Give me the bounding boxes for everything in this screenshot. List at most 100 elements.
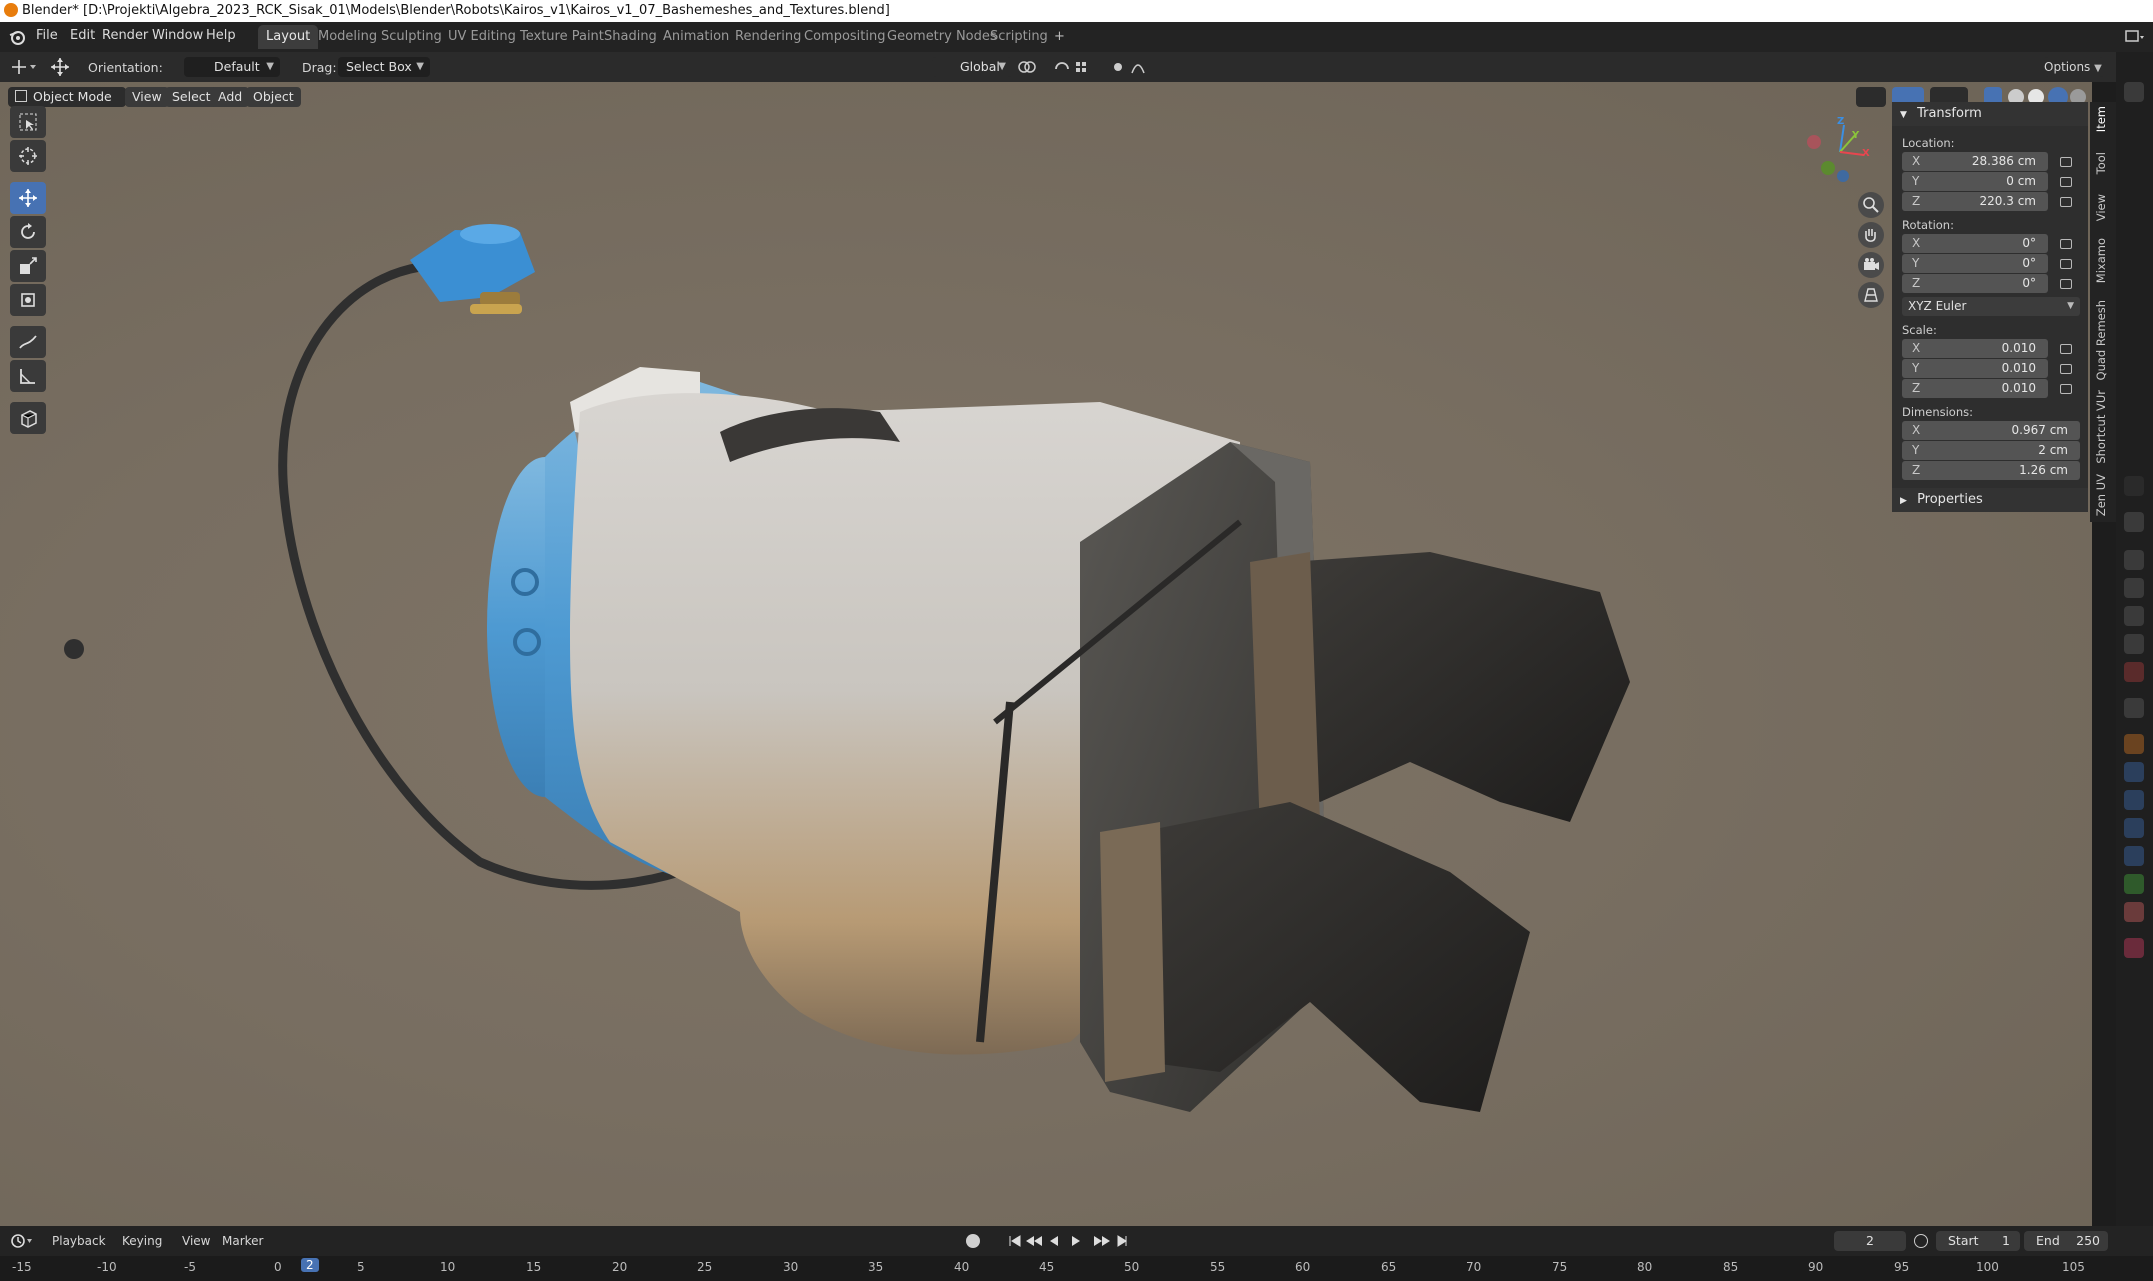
sidebar-tab-quad-remesh[interactable]: Quad Remesh — [2094, 300, 2108, 380]
snap-icon[interactable] — [1054, 59, 1098, 75]
dimensions-y-field[interactable]: Y 2 cm — [1902, 441, 2080, 460]
rotate-tool[interactable] — [10, 216, 46, 248]
record-icon[interactable] — [966, 1234, 980, 1248]
output-properties-icon[interactable] — [2124, 578, 2144, 598]
scene-properties-icon[interactable] — [2124, 634, 2144, 654]
lock-icon[interactable] — [2060, 197, 2072, 207]
editor-type-icon[interactable] — [10, 58, 38, 76]
sidebar-tab-shortcut-vur[interactable]: Shortcut VUr — [2094, 390, 2108, 464]
options-dropdown[interactable]: Options ▼ — [2044, 57, 2104, 77]
view-layer-properties-icon[interactable] — [2124, 606, 2144, 626]
clock-icon[interactable] — [1914, 1234, 1928, 1248]
timeline-menu-keying[interactable]: Keying — [122, 1234, 162, 1248]
dimensions-z-field[interactable]: Z 1.26 cm — [1902, 461, 2080, 480]
menu-file[interactable]: File — [36, 28, 58, 43]
timeline-menu-view[interactable]: View — [182, 1234, 210, 1248]
timeline-editor-type-icon[interactable] — [10, 1232, 34, 1250]
world-properties-icon[interactable] — [2124, 662, 2144, 682]
current-frame-marker[interactable]: 2 — [301, 1258, 319, 1272]
scale-x-field[interactable]: X 0.010 — [1902, 339, 2048, 358]
sidebar-tab-item[interactable]: Item — [2094, 106, 2108, 132]
tool-properties-icon[interactable] — [2124, 512, 2144, 532]
lock-icon[interactable] — [2060, 157, 2072, 167]
pan-hand-icon[interactable] — [1858, 222, 1884, 248]
scale-y-field[interactable]: Y 0.010 — [1902, 359, 2048, 378]
proportional-editing-icon[interactable] — [1110, 59, 1154, 75]
menu-window[interactable]: Window — [152, 28, 203, 43]
transform-orientation-dropdown[interactable]: Global ▼ — [932, 57, 1012, 77]
constraint-properties-icon[interactable] — [2124, 846, 2144, 866]
visibility-toggle-icon[interactable] — [1856, 87, 1886, 107]
properties-panel-header[interactable]: ▶ Properties — [1892, 488, 2088, 512]
rotation-y-field[interactable]: Y 0° — [1902, 254, 2048, 273]
tab-sculpting[interactable]: Sculpting — [373, 25, 450, 49]
viewport-menu-object[interactable]: Object — [246, 87, 301, 107]
transform-panel-header[interactable]: ▼ Transform — [1892, 102, 2088, 126]
scale-tool[interactable] — [10, 250, 46, 282]
add-workspace-button[interactable]: + — [1046, 25, 1073, 49]
physics-properties-icon[interactable] — [2124, 818, 2144, 838]
select-box-tool[interactable] — [10, 106, 46, 138]
viewport-menu-select[interactable]: Select — [165, 87, 218, 107]
scene-selector-icon[interactable] — [2124, 28, 2146, 46]
collection-properties-icon[interactable] — [2124, 698, 2144, 718]
rotation-mode-dropdown[interactable]: XYZ Euler ▼ — [1902, 297, 2080, 316]
object-properties-icon[interactable] — [2124, 734, 2144, 754]
location-z-field[interactable]: Z 220.3 cm — [1902, 192, 2048, 211]
dimensions-x-field[interactable]: X 0.967 cm — [1902, 421, 2080, 440]
lock-icon[interactable] — [2060, 279, 2072, 289]
menu-edit[interactable]: Edit — [70, 28, 95, 43]
measure-tool[interactable] — [10, 360, 46, 392]
gripper-model-render[interactable] — [0, 82, 2092, 1226]
blender-menu-icon[interactable] — [8, 28, 26, 46]
lock-icon[interactable] — [2060, 364, 2072, 374]
add-cube-tool[interactable] — [10, 402, 46, 434]
texture-properties-icon[interactable] — [2124, 938, 2144, 958]
lock-icon[interactable] — [2060, 239, 2072, 249]
rotation-z-field[interactable]: Z 0° — [1902, 274, 2048, 293]
object-mode-dropdown[interactable]: Object Mode ▼ — [8, 87, 126, 124]
timeline-menu-playback[interactable]: Playback — [52, 1234, 106, 1248]
frame-end-field[interactable]: End 250 — [2024, 1231, 2108, 1251]
zoom-icon[interactable] — [1858, 192, 1884, 218]
cursor-tool[interactable] — [10, 140, 46, 172]
sidebar-tab-view[interactable]: View — [2094, 194, 2108, 221]
camera-view-icon[interactable] — [1858, 252, 1884, 278]
particles-properties-icon[interactable] — [2124, 790, 2144, 810]
menu-help[interactable]: Help — [206, 28, 236, 43]
location-y-field[interactable]: Y 0 cm — [1902, 172, 2048, 191]
frame-start-field[interactable]: Start 1 — [1936, 1231, 2020, 1251]
tab-animation[interactable]: Animation — [655, 25, 737, 49]
lock-icon[interactable] — [2060, 344, 2072, 354]
lock-icon[interactable] — [2060, 177, 2072, 187]
playback-controls[interactable] — [1008, 1234, 1128, 1248]
orientation-dropdown[interactable]: Default ▼ — [184, 57, 280, 77]
modifier-properties-icon[interactable] — [2124, 762, 2144, 782]
3d-viewport[interactable]: Object Mode ▼ View Select Add Object — [0, 82, 2092, 1226]
viewport-menu-add[interactable]: Add — [211, 87, 250, 107]
render-properties-icon[interactable] — [2124, 550, 2144, 570]
sidebar-tab-tool[interactable]: Tool — [2094, 152, 2108, 174]
lock-icon[interactable] — [2060, 384, 2072, 394]
annotate-tool[interactable] — [10, 326, 46, 358]
timeline-menu-marker[interactable]: Marker — [222, 1234, 263, 1248]
transform-tool[interactable] — [10, 284, 46, 316]
sidebar-tab-zen-uv[interactable]: Zen UV — [2094, 474, 2108, 516]
toolbar-expand-icon[interactable] — [64, 639, 84, 659]
rotation-x-field[interactable]: X 0° — [1902, 234, 2048, 253]
pivot-point-icon[interactable] — [1018, 59, 1048, 75]
drag-dropdown[interactable]: Select Box ▼ — [338, 57, 430, 77]
perspective-toggle-icon[interactable] — [1858, 282, 1884, 308]
outliner-icon[interactable] — [2124, 82, 2144, 102]
timeline-ruler[interactable]: -15 -10 -5 0 2 5 10 15 20 25 30 35 40 45… — [0, 1256, 2153, 1281]
location-x-field[interactable]: X 28.386 cm — [1902, 152, 2048, 171]
data-properties-icon[interactable] — [2124, 874, 2144, 894]
properties-editor-type-icon[interactable] — [2124, 476, 2144, 496]
move-tool[interactable] — [10, 182, 46, 214]
sidebar-tab-mixamo[interactable]: Mixamo — [2094, 238, 2108, 283]
lock-icon[interactable] — [2060, 259, 2072, 269]
material-properties-icon[interactable] — [2124, 902, 2144, 922]
current-frame-field[interactable]: 2 — [1834, 1231, 1906, 1251]
scale-z-field[interactable]: Z 0.010 — [1902, 379, 2048, 398]
viewport-menu-view[interactable]: View — [125, 87, 169, 107]
